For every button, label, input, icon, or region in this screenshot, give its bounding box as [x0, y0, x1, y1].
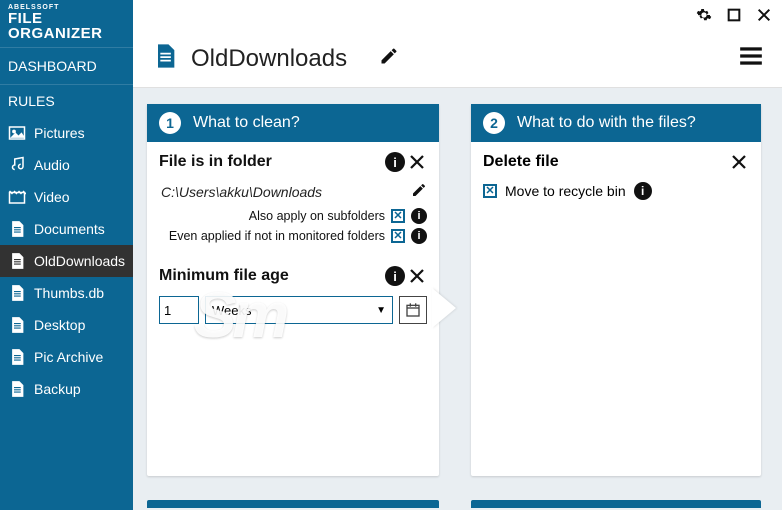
page-header: OldDownloads	[133, 30, 782, 88]
image-icon	[8, 124, 26, 142]
panel-heading: What to do with the files?	[517, 114, 696, 132]
content: 1 What to clean? File is in folder i C:\…	[133, 88, 782, 510]
recycle-label: Move to recycle bin	[505, 183, 626, 199]
rule-title: Minimum file age	[159, 267, 385, 285]
edit-path-button[interactable]	[411, 182, 427, 203]
brand-bottom: FILE ORGANIZER	[8, 11, 125, 41]
document-icon	[8, 252, 26, 270]
document-icon	[8, 348, 26, 366]
panel-header: 1 What to clean?	[147, 104, 439, 142]
sidebar-item-video[interactable]: Video	[0, 181, 133, 213]
option-subfolders-checkbox[interactable]	[391, 209, 405, 223]
action-delete-file: Delete file Move to recycle bin i	[471, 142, 761, 210]
sidebar-item-label: Desktop	[34, 317, 85, 333]
arrow-connector	[432, 288, 456, 328]
panel-what-to-clean: 1 What to clean? File is in folder i C:\…	[147, 104, 439, 476]
panel-footer-accent	[471, 500, 761, 508]
document-icon	[151, 42, 179, 75]
panel-what-to-do: 2 What to do with the files? Delete file…	[471, 104, 761, 476]
panel-header: 2 What to do with the files?	[471, 104, 761, 142]
sidebar-item-label: Pictures	[34, 125, 85, 141]
age-unit-value: Weeks	[212, 303, 252, 318]
sidebar-item-audio[interactable]: Audio	[0, 149, 133, 181]
sidebar-item-label: Pic Archive	[34, 349, 103, 365]
maximize-icon[interactable]	[726, 7, 742, 23]
info-icon[interactable]: i	[385, 152, 405, 172]
nav-rules-header: RULES	[0, 85, 133, 117]
rule-min-age: Minimum file age i Weeks ▼	[147, 256, 439, 330]
option-subfolders-label: Also apply on subfolders	[249, 209, 385, 223]
nav-dashboard[interactable]: DASHBOARD	[0, 47, 133, 85]
sidebar-item-documents[interactable]: Documents	[0, 213, 133, 245]
video-icon	[8, 188, 26, 206]
sidebar-item-thumbsdb[interactable]: Thumbs.db	[0, 277, 133, 309]
age-value-input[interactable]	[159, 296, 199, 324]
sidebar-item-desktop[interactable]: Desktop	[0, 309, 133, 341]
sidebar-item-label: Documents	[34, 221, 105, 237]
recycle-checkbox[interactable]	[483, 184, 497, 198]
info-icon[interactable]: i	[385, 266, 405, 286]
sidebar-item-label: Backup	[34, 381, 81, 397]
sidebar-item-label: Audio	[34, 157, 70, 173]
page-title: OldDownloads	[191, 45, 347, 73]
age-unit-select[interactable]: Weeks ▼	[205, 296, 393, 324]
panel-footer-accent	[147, 500, 439, 508]
remove-action-button[interactable]	[729, 152, 749, 172]
step-badge: 2	[483, 112, 505, 134]
sidebar-item-olddownloads[interactable]: OldDownloads	[0, 245, 133, 277]
document-icon	[8, 284, 26, 302]
sidebar-item-label: Thumbs.db	[34, 285, 104, 301]
action-title: Delete file	[483, 153, 729, 171]
panel-heading: What to clean?	[193, 114, 300, 132]
music-icon	[8, 156, 26, 174]
sidebar-item-picarchive[interactable]: Pic Archive	[0, 341, 133, 373]
hamburger-icon[interactable]	[738, 43, 764, 74]
gear-icon[interactable]	[696, 7, 712, 23]
info-icon[interactable]: i	[634, 182, 652, 200]
folder-path: C:\Users\akku\Downloads	[159, 180, 403, 204]
info-icon[interactable]: i	[411, 208, 427, 224]
option-unmonitored-label: Even applied if not in monitored folders	[169, 229, 385, 243]
window-controls	[133, 0, 782, 30]
rule-file-in-folder: File is in folder i C:\Users\akku\Downlo…	[147, 142, 439, 250]
info-icon[interactable]: i	[411, 228, 427, 244]
brand: ABELSSOFT FILE ORGANIZER	[0, 0, 133, 47]
document-icon	[8, 220, 26, 238]
step-badge: 1	[159, 112, 181, 134]
sidebar: ABELSSOFT FILE ORGANIZER DASHBOARD RULES…	[0, 0, 133, 510]
sidebar-item-pictures[interactable]: Pictures	[0, 117, 133, 149]
option-unmonitored-checkbox[interactable]	[391, 229, 405, 243]
remove-rule-button[interactable]	[407, 152, 427, 172]
sidebar-item-label: OldDownloads	[34, 253, 125, 269]
chevron-down-icon: ▼	[376, 305, 386, 316]
close-icon[interactable]	[756, 7, 772, 23]
rules-list: Pictures Audio Video Documents OldDownlo…	[0, 117, 133, 405]
edit-title-button[interactable]	[379, 46, 399, 71]
calendar-button[interactable]	[399, 296, 427, 324]
main: OldDownloads 1 What to clean? File is in…	[133, 0, 782, 510]
document-icon	[8, 316, 26, 334]
sidebar-item-backup[interactable]: Backup	[0, 373, 133, 405]
rule-title: File is in folder	[159, 153, 385, 171]
remove-rule-button[interactable]	[407, 266, 427, 286]
sidebar-item-label: Video	[34, 189, 70, 205]
document-icon	[8, 380, 26, 398]
